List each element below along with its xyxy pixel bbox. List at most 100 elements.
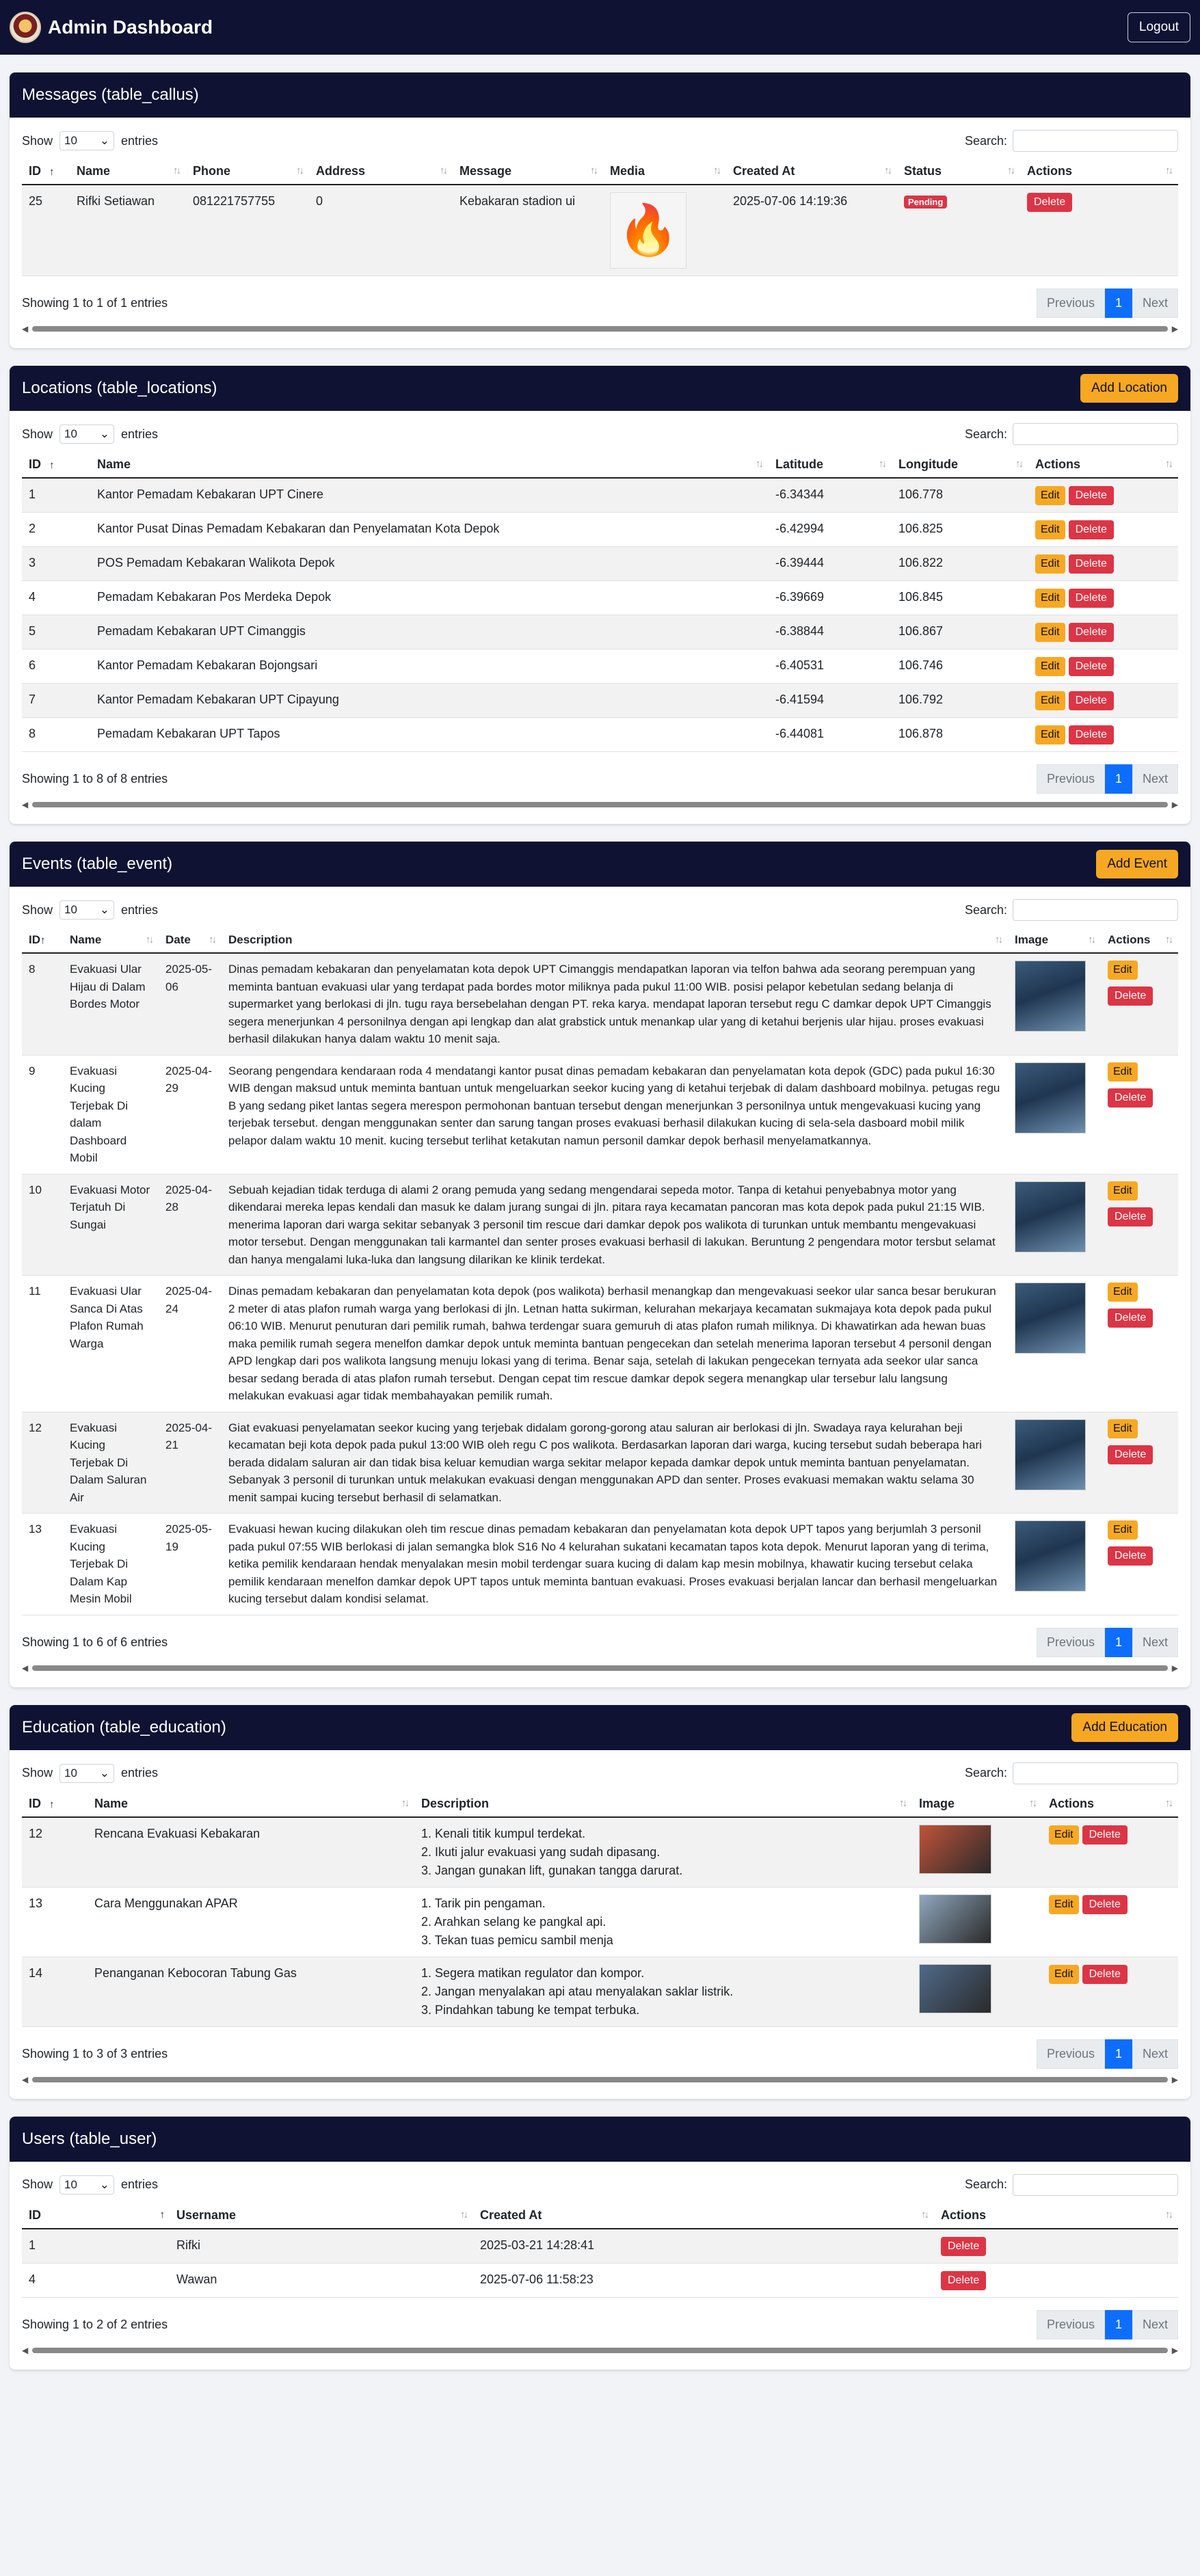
education-image[interactable]	[919, 1963, 991, 2013]
scroll-left-icon[interactable]: ◀	[22, 324, 28, 334]
event-image[interactable]	[1015, 1283, 1086, 1354]
delete-button[interactable]: Delete	[1068, 657, 1114, 676]
page-button[interactable]: 1	[1104, 289, 1132, 318]
add-event-button[interactable]: Add Event	[1096, 850, 1178, 878]
previous-button[interactable]: Previous	[1036, 2309, 1105, 2339]
event-image[interactable]	[1015, 1520, 1086, 1592]
scroll-thumb[interactable]	[32, 1665, 1168, 1671]
edit-button[interactable]: Edit	[1108, 961, 1138, 980]
scroll-right-icon[interactable]: ▶	[1172, 800, 1178, 809]
col-image[interactable]: Image ↑↓	[912, 1790, 1042, 1818]
col-name[interactable]: Name ↑↓	[90, 452, 769, 479]
edit-button[interactable]: Edit	[1049, 1894, 1079, 1914]
delete-button[interactable]: Delete	[1068, 554, 1114, 574]
scroll-left-icon[interactable]: ◀	[22, 2346, 28, 2355]
col-name[interactable]: Name ↑↓	[70, 159, 186, 185]
page-length-select[interactable]: 10 ⌄	[59, 131, 115, 150]
delete-button[interactable]: Delete	[1108, 1546, 1154, 1566]
edit-button[interactable]: Edit	[1035, 554, 1065, 574]
scroll-right-icon[interactable]: ▶	[1172, 1663, 1178, 1673]
next-button[interactable]: Next	[1132, 289, 1178, 318]
edit-button[interactable]: Edit	[1035, 657, 1065, 676]
edit-button[interactable]: Edit	[1108, 1181, 1138, 1200]
col-actions[interactable]: Actions ↑↓	[934, 2202, 1178, 2229]
edit-button[interactable]: Edit	[1035, 589, 1065, 608]
edit-button[interactable]: Edit	[1035, 691, 1065, 710]
col-status[interactable]: Status ↑↓	[897, 159, 1020, 185]
search-input[interactable]	[1013, 2173, 1178, 2196]
col-actions[interactable]: Actions ↑↓	[1042, 1790, 1178, 1818]
edit-button[interactable]: Edit	[1049, 1825, 1079, 1844]
col-longitude[interactable]: Longitude ↑↓	[892, 452, 1028, 479]
scroll-left-icon[interactable]: ◀	[22, 2075, 28, 2084]
delete-button[interactable]: Delete	[941, 2270, 987, 2290]
scroll-right-icon[interactable]: ▶	[1172, 2075, 1178, 2084]
search-input[interactable]	[1013, 423, 1178, 445]
delete-button[interactable]: Delete	[1068, 725, 1114, 744]
brand[interactable]: Admin Dashboard	[10, 12, 213, 43]
col-id[interactable]: ID↑	[22, 928, 63, 954]
next-button[interactable]: Next	[1132, 2309, 1178, 2339]
delete-button[interactable]: Delete	[1068, 623, 1114, 642]
col-message[interactable]: Message ↑↓	[453, 159, 603, 185]
edit-button[interactable]: Edit	[1035, 725, 1065, 744]
col-id[interactable]: ID↑	[22, 2202, 170, 2229]
col-created-at[interactable]: Created At ↑↓	[726, 159, 897, 185]
horizontal-scrollbar[interactable]: ◀ ▶	[22, 324, 1178, 334]
col-media[interactable]: Media ↑↓	[603, 159, 726, 185]
col-id[interactable]: ID↑	[22, 452, 90, 479]
page-button[interactable]: 1	[1104, 2039, 1132, 2069]
edit-button[interactable]: Edit	[1108, 1419, 1138, 1438]
col-id[interactable]: ID↑	[22, 1790, 88, 1818]
education-image[interactable]	[919, 1824, 991, 1874]
next-button[interactable]: Next	[1132, 2039, 1178, 2069]
education-image[interactable]	[919, 1894, 991, 1944]
col-phone[interactable]: Phone ↑↓	[186, 159, 309, 185]
horizontal-scrollbar[interactable]: ◀ ▶	[22, 800, 1178, 809]
scroll-thumb[interactable]	[32, 802, 1168, 807]
page-button[interactable]: 1	[1104, 2309, 1132, 2339]
col-name[interactable]: Name ↑↓	[63, 928, 159, 954]
previous-button[interactable]: Previous	[1036, 1627, 1105, 1657]
previous-button[interactable]: Previous	[1036, 289, 1105, 318]
col-actions[interactable]: Actions ↑↓	[1020, 159, 1178, 185]
edit-button[interactable]: Edit	[1108, 1520, 1138, 1540]
scroll-right-icon[interactable]: ▶	[1172, 324, 1178, 334]
logout-button[interactable]: Logout	[1127, 12, 1190, 42]
search-input[interactable]	[1013, 130, 1178, 152]
delete-button[interactable]: Delete	[1068, 589, 1114, 608]
delete-button[interactable]: Delete	[1082, 1825, 1128, 1844]
event-image[interactable]	[1015, 1062, 1086, 1133]
page-button[interactable]: 1	[1104, 764, 1132, 794]
edit-button[interactable]: Edit	[1049, 1964, 1079, 1984]
edit-button[interactable]: Edit	[1035, 486, 1065, 505]
delete-button[interactable]: Delete	[1108, 987, 1154, 1006]
horizontal-scrollbar[interactable]: ◀ ▶	[22, 1663, 1178, 1673]
edit-button[interactable]: Edit	[1035, 520, 1065, 539]
delete-button[interactable]: Delete	[1082, 1894, 1128, 1914]
col-description[interactable]: Description ↑↓	[222, 928, 1008, 954]
page-button[interactable]: 1	[1104, 1627, 1132, 1657]
scroll-thumb[interactable]	[32, 2076, 1168, 2082]
previous-button[interactable]: Previous	[1036, 2039, 1105, 2069]
page-length-select[interactable]: 10 ⌄	[59, 425, 115, 444]
col-latitude[interactable]: Latitude ↑↓	[769, 452, 892, 479]
delete-button[interactable]: Delete	[941, 2236, 987, 2256]
col-username[interactable]: Username ↑↓	[170, 2202, 473, 2229]
add-education-button[interactable]: Add Education	[1071, 1713, 1178, 1742]
search-input[interactable]	[1013, 1762, 1178, 1784]
col-name[interactable]: Name ↑↓	[88, 1790, 414, 1818]
edit-button[interactable]: Edit	[1035, 623, 1065, 642]
event-image[interactable]	[1015, 1419, 1086, 1490]
search-input[interactable]	[1013, 899, 1178, 921]
col-id[interactable]: ID↑	[22, 159, 70, 185]
event-image[interactable]	[1015, 961, 1086, 1032]
delete-button[interactable]: Delete	[1082, 1964, 1128, 1984]
scroll-left-icon[interactable]: ◀	[22, 1663, 28, 1673]
col-address[interactable]: Address ↑↓	[309, 159, 453, 185]
col-actions[interactable]: Actions ↑↓	[1101, 928, 1178, 954]
page-length-select[interactable]: 10 ⌄	[59, 900, 115, 920]
scroll-thumb[interactable]	[32, 2347, 1168, 2353]
horizontal-scrollbar[interactable]: ◀ ▶	[22, 2346, 1178, 2355]
fire-icon[interactable]: 🔥	[610, 192, 686, 269]
